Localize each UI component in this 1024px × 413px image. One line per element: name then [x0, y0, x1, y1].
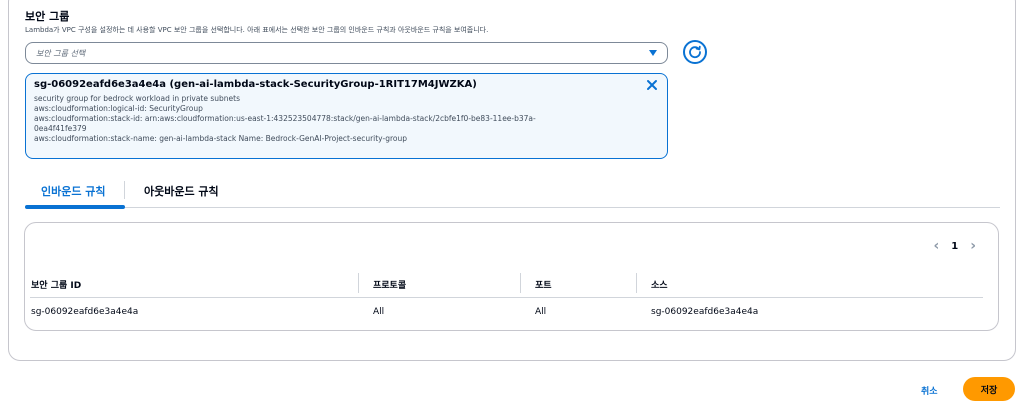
column-separator: [358, 273, 359, 293]
column-separator: [636, 273, 637, 293]
selected-security-group-token: sg-06092eafd6e3a4e4a (gen-ai-lambda-stac…: [25, 73, 668, 159]
pagination: ‹ 1 ›: [933, 239, 976, 253]
cell-port: All: [535, 307, 547, 317]
token-name: sg-06092eafd6e3a4e4a (gen-ai-lambda-stac…: [34, 79, 477, 90]
cell-sg-id: sg-06092eafd6e3a4e4a: [31, 307, 139, 317]
column-header-source: 소스: [651, 281, 668, 291]
chevron-left-icon[interactable]: ‹: [933, 239, 939, 253]
caret-down-icon: [649, 50, 657, 56]
token-description: security group for bedrock workload in p…: [34, 94, 241, 103]
section-description: Lambda가 VPC 구성을 설정하는 데 사용할 VPC 보안 그룹을 선택…: [25, 26, 489, 34]
security-group-select[interactable]: 보안 그룹 선택: [25, 42, 668, 64]
column-header-port: 포트: [535, 281, 552, 291]
rules-tabs: 인바운드 규칙 아웃바운드 규칙: [25, 178, 1000, 209]
table-header-divider: [30, 297, 983, 298]
save-button[interactable]: 저장: [963, 377, 1015, 401]
tab-separator: [124, 181, 125, 199]
cell-protocol: All: [373, 307, 385, 317]
rules-table-container: ‹ 1 › 보안 그룹 ID 프로토콜 포트 소스 sg-06092eafd6e…: [24, 222, 999, 331]
section-title: 보안 그룹: [25, 10, 70, 23]
refresh-icon: [689, 45, 701, 59]
tab-outbound-rules[interactable]: 아웃바운드 규칙: [144, 183, 219, 199]
cancel-button[interactable]: 취소: [921, 384, 938, 397]
column-separator: [520, 273, 521, 293]
active-tab-indicator: [25, 205, 125, 209]
token-tag-stack-id-cont: 0ea4f41fe379: [34, 124, 87, 133]
tab-inbound-rules[interactable]: 인바운드 규칙: [41, 183, 106, 199]
token-tag-stack-id: aws:cloudformation:stack-id: arn:aws:clo…: [34, 114, 536, 123]
chevron-right-icon[interactable]: ›: [970, 239, 976, 253]
column-header-sg-id: 보안 그룹 ID: [31, 281, 82, 291]
current-page[interactable]: 1: [951, 241, 958, 252]
select-placeholder: 보안 그룹 선택: [36, 48, 86, 58]
close-icon[interactable]: [646, 79, 658, 91]
token-tag-stack-name: aws:cloudformation:stack-name: gen-ai-la…: [34, 134, 407, 143]
token-tag-logical-id: aws:cloudformation:logical-id: SecurityG…: [34, 104, 203, 113]
column-header-protocol: 프로토콜: [373, 281, 407, 291]
cell-source: sg-06092eafd6e3a4e4a: [651, 307, 759, 317]
refresh-button[interactable]: [683, 40, 707, 64]
